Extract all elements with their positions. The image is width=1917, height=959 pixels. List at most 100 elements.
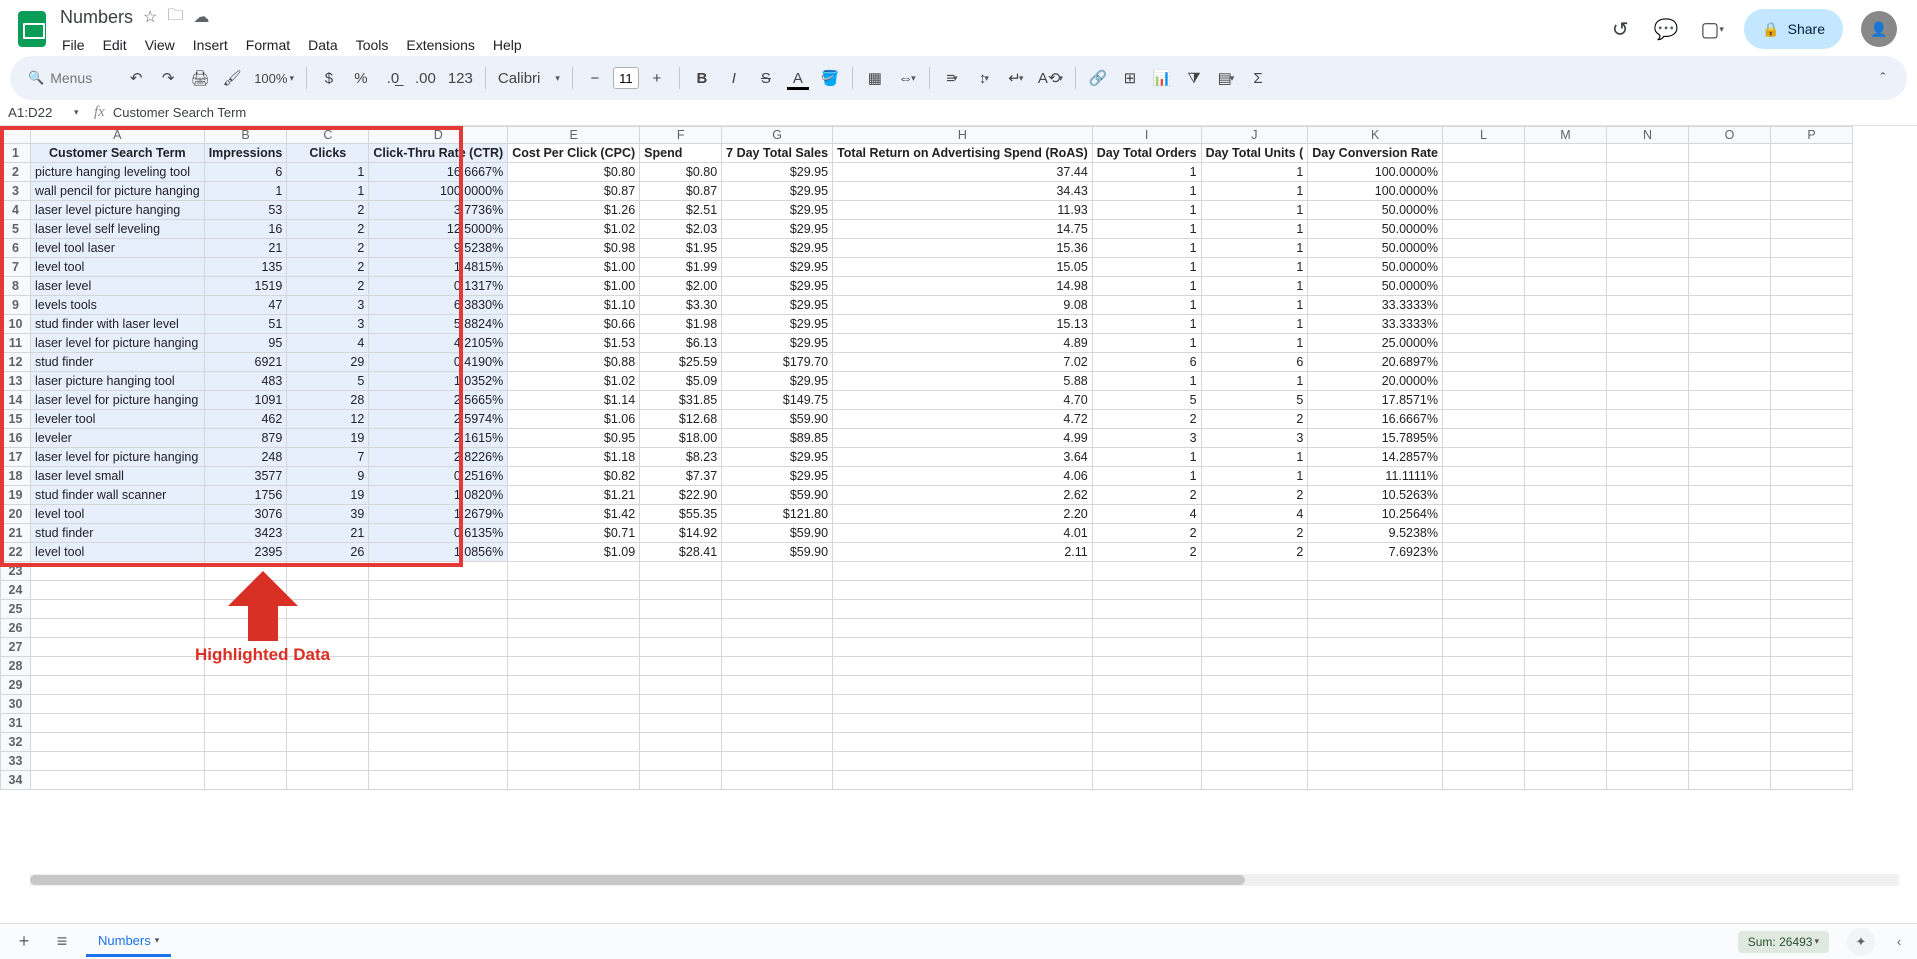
col-header-P[interactable]: P xyxy=(1771,127,1853,144)
cell-N21[interactable] xyxy=(1607,524,1689,543)
cell-F30[interactable] xyxy=(640,695,722,714)
cell-O18[interactable] xyxy=(1689,467,1771,486)
cell-H28[interactable] xyxy=(833,657,1093,676)
row-header-10[interactable]: 10 xyxy=(1,315,31,334)
row-header-1[interactable]: 1 xyxy=(1,144,31,163)
cell-F28[interactable] xyxy=(640,657,722,676)
cell-I15[interactable]: 2 xyxy=(1092,410,1201,429)
cell-C10[interactable]: 3 xyxy=(287,315,369,334)
cell-L22[interactable] xyxy=(1443,543,1525,562)
cell-M18[interactable] xyxy=(1525,467,1607,486)
cell-B19[interactable]: 1756 xyxy=(204,486,287,505)
cell-I30[interactable] xyxy=(1092,695,1201,714)
cell-M34[interactable] xyxy=(1525,771,1607,790)
cell-I11[interactable]: 1 xyxy=(1092,334,1201,353)
cell-G4[interactable]: $29.95 xyxy=(722,201,833,220)
cell-E29[interactable] xyxy=(508,676,640,695)
cell-N18[interactable] xyxy=(1607,467,1689,486)
cell-G1[interactable]: 7 Day Total Sales xyxy=(722,144,833,163)
row-header-19[interactable]: 19 xyxy=(1,486,31,505)
cell-F5[interactable]: $2.03 xyxy=(640,220,722,239)
bold-button[interactable]: B xyxy=(688,64,716,92)
horizontal-scrollbar[interactable] xyxy=(30,874,1899,886)
cell-P23[interactable] xyxy=(1771,562,1853,581)
cell-N30[interactable] xyxy=(1607,695,1689,714)
cell-L7[interactable] xyxy=(1443,258,1525,277)
cell-A25[interactable] xyxy=(31,600,205,619)
cell-G6[interactable]: $29.95 xyxy=(722,239,833,258)
side-panel-toggle[interactable]: ‹ xyxy=(1891,934,1907,949)
cell-I31[interactable] xyxy=(1092,714,1201,733)
cell-D7[interactable]: 1.4815% xyxy=(369,258,508,277)
cell-F25[interactable] xyxy=(640,600,722,619)
cell-F21[interactable]: $14.92 xyxy=(640,524,722,543)
cell-H17[interactable]: 3.64 xyxy=(833,448,1093,467)
more-formats-button[interactable]: 123 xyxy=(444,64,477,92)
row-header-8[interactable]: 8 xyxy=(1,277,31,296)
cell-P20[interactable] xyxy=(1771,505,1853,524)
cell-G2[interactable]: $29.95 xyxy=(722,163,833,182)
col-header-D[interactable]: D xyxy=(369,127,508,144)
cell-I28[interactable] xyxy=(1092,657,1201,676)
row-header-13[interactable]: 13 xyxy=(1,372,31,391)
cell-O13[interactable] xyxy=(1689,372,1771,391)
cell-E16[interactable]: $0.95 xyxy=(508,429,640,448)
cell-I23[interactable] xyxy=(1092,562,1201,581)
cell-L31[interactable] xyxy=(1443,714,1525,733)
cell-F31[interactable] xyxy=(640,714,722,733)
cell-H2[interactable]: 37.44 xyxy=(833,163,1093,182)
cell-L21[interactable] xyxy=(1443,524,1525,543)
cell-I27[interactable] xyxy=(1092,638,1201,657)
cell-F9[interactable]: $3.30 xyxy=(640,296,722,315)
cell-N2[interactable] xyxy=(1607,163,1689,182)
cell-N15[interactable] xyxy=(1607,410,1689,429)
cell-J21[interactable]: 2 xyxy=(1201,524,1308,543)
cell-I24[interactable] xyxy=(1092,581,1201,600)
cell-F2[interactable]: $0.80 xyxy=(640,163,722,182)
cell-M14[interactable] xyxy=(1525,391,1607,410)
cell-G31[interactable] xyxy=(722,714,833,733)
cell-G5[interactable]: $29.95 xyxy=(722,220,833,239)
row-header-28[interactable]: 28 xyxy=(1,657,31,676)
share-button[interactable]: 🔒 Share xyxy=(1744,9,1843,49)
cell-J11[interactable]: 1 xyxy=(1201,334,1308,353)
namebox-dropdown-icon[interactable]: ▾ xyxy=(74,107,79,118)
row-header-16[interactable]: 16 xyxy=(1,429,31,448)
cell-B3[interactable]: 1 xyxy=(204,182,287,201)
cell-I5[interactable]: 1 xyxy=(1092,220,1201,239)
menu-insert[interactable]: Insert xyxy=(191,35,230,55)
cell-L3[interactable] xyxy=(1443,182,1525,201)
cell-K23[interactable] xyxy=(1308,562,1443,581)
cell-O31[interactable] xyxy=(1689,714,1771,733)
col-header-E[interactable]: E xyxy=(508,127,640,144)
cell-O7[interactable] xyxy=(1689,258,1771,277)
cell-A20[interactable]: level tool xyxy=(31,505,205,524)
cell-P19[interactable] xyxy=(1771,486,1853,505)
cell-O20[interactable] xyxy=(1689,505,1771,524)
cell-A19[interactable]: stud finder wall scanner xyxy=(31,486,205,505)
cell-A15[interactable]: leveler tool xyxy=(31,410,205,429)
cell-G34[interactable] xyxy=(722,771,833,790)
cell-M5[interactable] xyxy=(1525,220,1607,239)
cell-D25[interactable] xyxy=(369,600,508,619)
cell-F22[interactable]: $28.41 xyxy=(640,543,722,562)
cell-M16[interactable] xyxy=(1525,429,1607,448)
cell-M33[interactable] xyxy=(1525,752,1607,771)
cell-K13[interactable]: 20.0000% xyxy=(1308,372,1443,391)
cell-F23[interactable] xyxy=(640,562,722,581)
cell-M29[interactable] xyxy=(1525,676,1607,695)
cell-A21[interactable]: stud finder xyxy=(31,524,205,543)
cell-B5[interactable]: 16 xyxy=(204,220,287,239)
cell-L9[interactable] xyxy=(1443,296,1525,315)
cell-H11[interactable]: 4.89 xyxy=(833,334,1093,353)
cell-D2[interactable]: 16.6667% xyxy=(369,163,508,182)
cell-K8[interactable]: 50.0000% xyxy=(1308,277,1443,296)
cell-N33[interactable] xyxy=(1607,752,1689,771)
row-header-27[interactable]: 27 xyxy=(1,638,31,657)
cell-A23[interactable] xyxy=(31,562,205,581)
cell-I16[interactable]: 3 xyxy=(1092,429,1201,448)
cell-G26[interactable] xyxy=(722,619,833,638)
percent-button[interactable]: % xyxy=(347,64,375,92)
cell-N8[interactable] xyxy=(1607,277,1689,296)
cell-J31[interactable] xyxy=(1201,714,1308,733)
